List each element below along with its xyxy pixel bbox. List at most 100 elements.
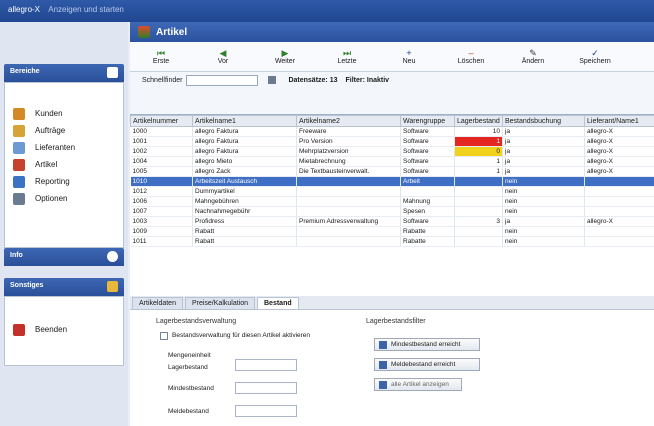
tab-bestand[interactable]: Bestand xyxy=(257,297,299,309)
table-cell: nein xyxy=(502,186,585,197)
column-header[interactable]: Bestandsbuchung xyxy=(502,115,585,127)
table-cell: Software xyxy=(400,216,455,227)
funnel-icon xyxy=(379,340,387,349)
last-button[interactable]: ⏭ Letzte xyxy=(316,42,378,71)
table-cell: Nachnahmegebühr xyxy=(192,206,297,217)
table-row[interactable]: 1006 Mahngebühren Mahnung nein xyxy=(130,196,654,207)
table-cell xyxy=(584,196,654,207)
column-header[interactable]: Artikelname1 xyxy=(192,115,297,127)
module-title: Artikel xyxy=(156,26,188,38)
meldebestand-button[interactable]: Meldebestand erreicht xyxy=(374,358,480,371)
tab-artikeldaten[interactable]: Artikeldaten xyxy=(132,297,183,309)
table-cell: Rabatte xyxy=(400,226,455,237)
delete-button[interactable]: – Löschen xyxy=(440,42,502,71)
first-button[interactable]: ⏮ Erste xyxy=(130,42,192,71)
table-cell: Software xyxy=(400,146,455,157)
options-icon xyxy=(13,192,25,205)
table-row[interactable]: 1012 Dummyartikel nein xyxy=(130,186,654,197)
column-header[interactable]: Artikelname2 xyxy=(296,115,401,127)
table-cell: Mietabrechnung xyxy=(296,156,401,167)
sidebar-item-label: Optionen xyxy=(35,194,68,203)
table-cell: Pro Version xyxy=(296,136,401,147)
sidebar-item-artikel[interactable]: Artikel xyxy=(5,156,123,173)
table-cell: allegro-X xyxy=(584,126,654,137)
table-cell xyxy=(296,236,401,247)
sonstiges-panel-header[interactable]: Sonstiges xyxy=(4,278,124,296)
table-row[interactable]: 1002 allegro Faktura Mehrplatzversion Softw… xyxy=(130,146,654,157)
beenden-button[interactable]: Beenden xyxy=(5,321,123,338)
table-row[interactable]: 1001 allegro Faktura Pro Version Software 1 j… xyxy=(130,136,654,147)
sidebar-item-lieferanten[interactable]: Lieferanten xyxy=(5,139,123,156)
sidebar-item-reporting[interactable]: Reporting xyxy=(5,173,123,190)
sidebar-item-label: Lieferanten xyxy=(35,143,76,152)
mindestbestand-input[interactable] xyxy=(235,382,297,394)
next-icon: ▶ xyxy=(281,48,289,58)
box-icon xyxy=(13,158,25,171)
order-icon xyxy=(13,124,25,137)
tab-preise-kalkulation[interactable]: Preise/Kalkulation xyxy=(184,297,255,309)
table-cell: Rabatt xyxy=(192,236,297,247)
collapse-icon[interactable] xyxy=(107,67,118,78)
table-cell: ja xyxy=(502,216,585,227)
filter-icon[interactable] xyxy=(268,76,277,84)
table-cell: 10 xyxy=(454,126,503,137)
table-row[interactable]: 1000 allegro Faktura Freeware Software 10 ja a… xyxy=(130,126,654,137)
bereiche-title: Bereiche xyxy=(10,68,40,75)
next-button[interactable]: ▶ Weiter xyxy=(254,42,316,71)
toolbar: ⏮ Erste ◀ Vor ▶ Weiter ⏭ Letzte + Neu – Lösche… xyxy=(130,42,654,72)
sonstiges-title: Sonstiges xyxy=(10,282,44,289)
table-row[interactable]: 1004 allegro Mieto Mietabrechnung Software 1… xyxy=(130,156,654,167)
previous-button[interactable]: ◀ Vor xyxy=(192,42,254,71)
bell-icon[interactable] xyxy=(107,281,118,292)
table-cell: 1007 xyxy=(130,206,193,217)
table-row[interactable]: 1011 Rabatt Rabatte nein xyxy=(130,236,654,247)
table-cell: 1011 xyxy=(130,236,193,247)
truck-icon xyxy=(13,141,25,154)
column-header[interactable]: Warengruppe xyxy=(400,115,455,127)
table-row[interactable]: 1009 Rabatt Rabatte nein xyxy=(130,226,654,237)
sidebar-item-auftraege[interactable]: Aufträge xyxy=(5,122,123,139)
table-row[interactable]: 1010 Arbeitszeit Austausch Arbeit nein xyxy=(130,176,654,187)
column-header[interactable]: Artikelnummer xyxy=(130,115,193,127)
bereiche-panel-header[interactable]: Bereiche xyxy=(4,64,124,82)
beenden-label: Beenden xyxy=(35,325,68,334)
table-cell: Die Textbausteinverwalt. xyxy=(296,166,401,177)
table-header: Artikelnummer Artikelname1 Artikelname2 War… xyxy=(130,115,654,127)
mindestbestand-button[interactable]: Mindestbestand erreicht xyxy=(374,338,480,351)
table-cell: Mahnung xyxy=(400,196,455,207)
new-button[interactable]: + Neu xyxy=(378,42,440,71)
table-cell: 1 xyxy=(454,156,503,167)
table-cell: ja xyxy=(502,136,585,147)
column-header[interactable]: Lieferant/Name1 xyxy=(584,115,654,127)
save-button[interactable]: ✓ Speichern xyxy=(564,42,626,71)
quickfind-input[interactable] xyxy=(186,74,259,86)
table-cell: 1001 xyxy=(130,136,193,147)
table-cell: allegro-X xyxy=(584,156,654,167)
edit-button[interactable]: ✎ Ändern xyxy=(502,42,564,71)
people-icon xyxy=(13,107,25,120)
table-cell: 1006 xyxy=(130,196,193,207)
button-label: alle Artikel anzeigen xyxy=(391,381,449,388)
info-panel-header[interactable]: Info xyxy=(4,248,124,266)
table-cell: allegro Faktura xyxy=(192,146,297,157)
next-label: Weiter xyxy=(274,58,296,65)
plus-icon: + xyxy=(406,48,412,58)
info-icon[interactable] xyxy=(107,251,118,262)
table-row[interactable]: 1003 Profidress Premium Adressverwaltung So… xyxy=(130,216,654,227)
show-all-button[interactable]: alle Artikel anzeigen xyxy=(374,378,462,391)
sidebar-item-kunden[interactable]: Kunden xyxy=(5,105,123,122)
bestand-checkbox[interactable] xyxy=(160,332,168,340)
sidebar-item-optionen[interactable]: Optionen xyxy=(5,190,123,207)
table-cell xyxy=(584,176,654,187)
table-row[interactable]: 1005 allegro Zack Die Textbausteinverwalt.… xyxy=(130,166,654,177)
table-row[interactable]: 1007 Nachnahmegebühr Spesen nein xyxy=(130,206,654,217)
table-cell xyxy=(454,236,503,247)
table-cell: allegro-X xyxy=(584,136,654,147)
meldebestand-input[interactable] xyxy=(235,405,297,417)
funnel-icon xyxy=(379,380,387,389)
table-cell: 1 xyxy=(454,166,503,177)
lagerbestand-input[interactable] xyxy=(235,359,297,371)
column-header[interactable]: Lagerbestand xyxy=(454,115,503,127)
table-cell: ja xyxy=(502,156,585,167)
last-icon: ⏭ xyxy=(342,48,352,58)
